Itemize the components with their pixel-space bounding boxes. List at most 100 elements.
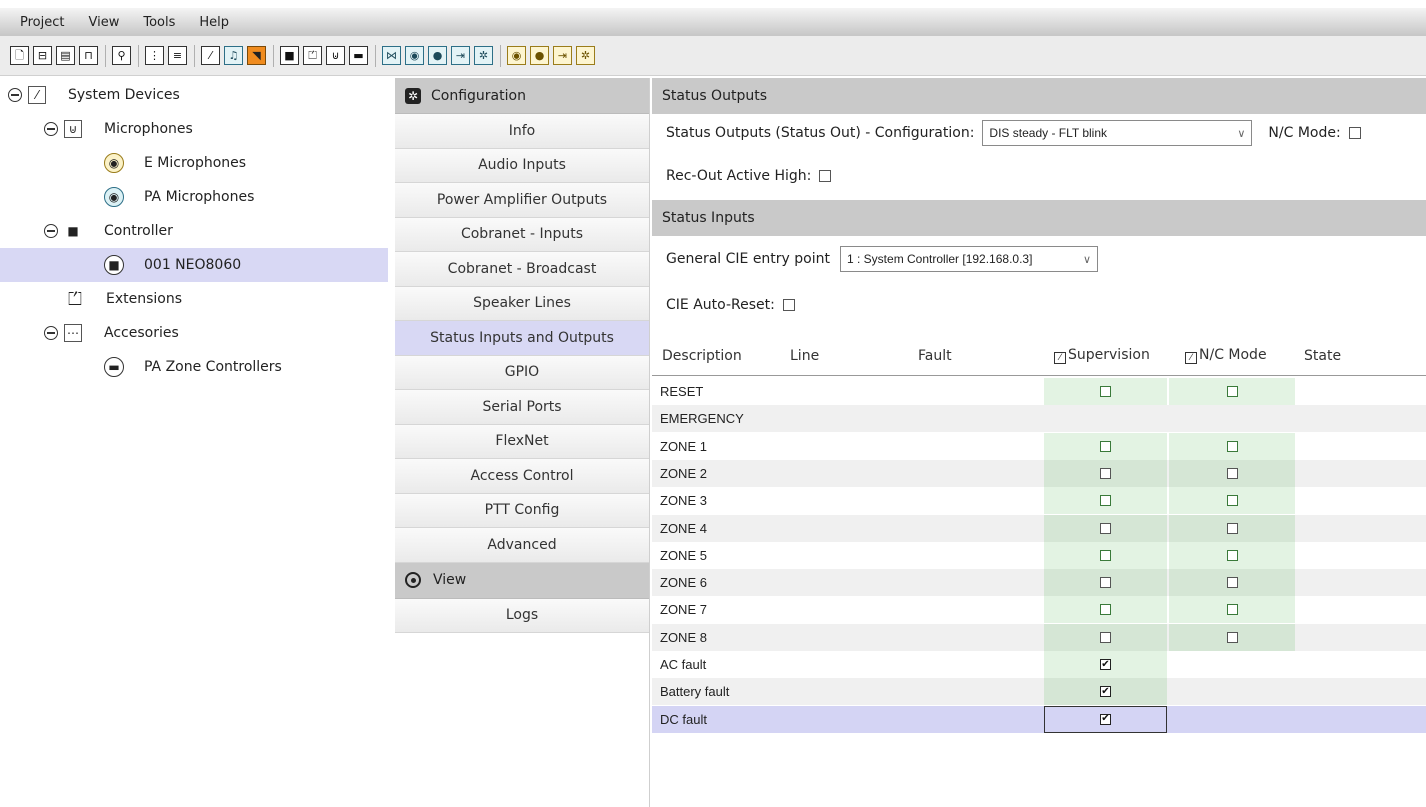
extension-icon[interactable]: ⏍: [303, 46, 322, 65]
nav-item-logs[interactable]: Logs: [395, 598, 649, 633]
col-supervision-label: Supervision: [1068, 347, 1150, 363]
nc-mode-checkbox[interactable]: [1226, 495, 1238, 507]
supervision-checkbox[interactable]: [1100, 440, 1111, 452]
nav-item-flexnet[interactable]: FlexNet: [395, 424, 649, 459]
print-icon[interactable]: ⊓: [79, 46, 98, 65]
nav-item-advanced[interactable]: Advanced: [395, 528, 649, 563]
supervision-checkbox[interactable]: [1100, 631, 1111, 643]
nav-item-cobranet-broadcast[interactable]: Cobranet - Broadcast: [395, 252, 649, 287]
list-view-icon[interactable]: ≡: [168, 46, 187, 65]
nc-mode-checkbox[interactable]: [1226, 631, 1238, 643]
nc-mode-checkbox[interactable]: [1226, 577, 1238, 589]
status-outputs-config-select[interactable]: DIS steady - FLT blink ∨: [982, 120, 1253, 146]
zone-controller-icon[interactable]: ▬: [349, 46, 368, 65]
nav-item-audio-inputs[interactable]: Audio Inputs: [395, 148, 649, 183]
configuration-header[interactable]: ✲ Configuration: [395, 78, 649, 114]
supervision-checkbox[interactable]: [1100, 495, 1111, 507]
tree-item-pa-microphones[interactable]: ◉ PA Microphones: [0, 180, 388, 214]
table-row[interactable]: ZONE 7: [652, 596, 1426, 624]
supervision-checkbox[interactable]: [1100, 604, 1111, 616]
tree-item-e-microphones[interactable]: ◉ E Microphones: [0, 146, 388, 180]
nc-mode-checkbox[interactable]: [1348, 127, 1361, 139]
col-supervision[interactable]: ⁄ Supervision: [1054, 347, 1150, 364]
tree-item-accesories[interactable]: ⋯ Accesories: [0, 316, 388, 350]
row-description: ZONE 3: [660, 493, 707, 509]
menu-tools[interactable]: Tools: [131, 15, 187, 30]
supervision-checkbox[interactable]: ✔: [1100, 659, 1111, 670]
nc-mode-checkbox[interactable]: [1226, 440, 1238, 452]
settings-gold-icon[interactable]: ✲: [576, 46, 595, 65]
settings-icon[interactable]: ✲: [474, 46, 493, 65]
table-row[interactable]: DC fault ✔: [652, 705, 1426, 733]
nav-item-gpio[interactable]: GPIO: [395, 355, 649, 390]
pa-microphone-icon[interactable]: ◉: [405, 46, 424, 65]
speaker-icon[interactable]: ●: [428, 46, 447, 65]
table-row[interactable]: ZONE 5: [652, 541, 1426, 569]
table-row[interactable]: ZONE 3: [652, 487, 1426, 515]
tree-item-controller[interactable]: ■ Controller: [0, 214, 388, 248]
export-gold-icon[interactable]: ⇥: [553, 46, 572, 65]
supervision-checkbox[interactable]: [1100, 386, 1111, 397]
nc-mode-checkbox[interactable]: [1226, 549, 1238, 561]
open-folder-icon[interactable]: ⊟: [33, 46, 52, 65]
nav-item-speaker-lines[interactable]: Speaker Lines: [395, 286, 649, 321]
nc-mode-checkbox[interactable]: [1226, 386, 1238, 397]
nc-mode-checkbox[interactable]: [1226, 522, 1238, 534]
nav-item-serial-ports[interactable]: Serial Ports: [395, 390, 649, 425]
supervision-checkbox[interactable]: [1100, 549, 1111, 561]
table-row[interactable]: ZONE 6: [652, 569, 1426, 597]
tree-item-microphones[interactable]: ⊍ Microphones: [0, 112, 388, 146]
menu-help[interactable]: Help: [187, 15, 241, 30]
collapse-icon[interactable]: [44, 122, 58, 136]
table-row[interactable]: ZONE 8: [652, 623, 1426, 651]
microphone-icon[interactable]: ⊍: [326, 46, 345, 65]
music-note-icon[interactable]: ♫: [224, 46, 243, 65]
collapse-icon[interactable]: [44, 224, 58, 238]
tree-view-icon[interactable]: ⋮: [145, 46, 164, 65]
table-row[interactable]: ZONE 2: [652, 459, 1426, 487]
nav-item-info[interactable]: Info: [395, 114, 649, 149]
collapse-icon[interactable]: [44, 326, 58, 340]
nav-item-status-inputs-outputs[interactable]: Status Inputs and Outputs: [395, 321, 649, 356]
supervision-checkbox[interactable]: ✔: [1100, 713, 1111, 725]
nav-item-power-amplifier-outputs[interactable]: Power Amplifier Outputs: [395, 183, 649, 218]
cie-auto-reset-checkbox[interactable]: [782, 299, 795, 311]
switch-icon[interactable]: ⋈: [382, 46, 401, 65]
nc-mode-checkbox[interactable]: [1226, 604, 1238, 616]
menu-project[interactable]: Project: [0, 15, 76, 30]
nc-mode-checkbox[interactable]: [1226, 467, 1238, 479]
controller-icon[interactable]: ■: [280, 46, 299, 65]
table-row[interactable]: EMERGENCY: [652, 405, 1426, 433]
search-icon[interactable]: ⚲: [112, 46, 131, 65]
export-icon[interactable]: ⇥: [451, 46, 470, 65]
table-row[interactable]: AC fault ✔: [652, 651, 1426, 678]
supervision-checkbox[interactable]: ✔: [1100, 686, 1111, 698]
nav-item-ptt-config[interactable]: PTT Config: [395, 493, 649, 528]
tree-item-system-devices[interactable]: ⁄ System Devices: [0, 78, 388, 112]
tree-item-extensions[interactable]: ⏍ Extensions: [0, 282, 388, 316]
tree-item-pa-zone-controllers[interactable]: ▬ PA Zone Controllers: [0, 350, 388, 384]
table-row[interactable]: Battery fault ✔: [652, 678, 1426, 706]
horn-icon[interactable]: ◥: [247, 46, 266, 65]
new-file-icon[interactable]: 🗋: [10, 46, 29, 65]
e-microphone-icon[interactable]: ◉: [507, 46, 526, 65]
collapse-icon[interactable]: [8, 88, 22, 102]
supervision-checkbox[interactable]: [1100, 577, 1111, 589]
view-header[interactable]: View: [395, 562, 649, 599]
nav-item-cobranet-inputs[interactable]: Cobranet - Inputs: [395, 217, 649, 252]
nav-item-access-control[interactable]: Access Control: [395, 459, 649, 494]
menu-bar: Project View Tools Help: [0, 8, 1426, 36]
supervision-checkbox[interactable]: [1100, 522, 1111, 534]
pencil-icon[interactable]: ⁄: [201, 46, 220, 65]
table-row[interactable]: RESET: [652, 378, 1426, 405]
cie-entry-select[interactable]: 1 : System Controller [192.168.0.3] ∨: [840, 246, 1098, 272]
table-row[interactable]: ZONE 4: [652, 514, 1426, 542]
table-row[interactable]: ZONE 1: [652, 432, 1426, 460]
save-icon[interactable]: ▤: [56, 46, 75, 65]
rec-out-checkbox[interactable]: [819, 170, 832, 182]
speaker-gold-icon[interactable]: ●: [530, 46, 549, 65]
supervision-checkbox[interactable]: [1100, 467, 1111, 479]
menu-view[interactable]: View: [76, 15, 131, 30]
col-nc-mode[interactable]: ⁄ N/C Mode: [1185, 347, 1267, 364]
tree-item-neo8060[interactable]: ■ 001 NEO8060: [0, 248, 388, 282]
